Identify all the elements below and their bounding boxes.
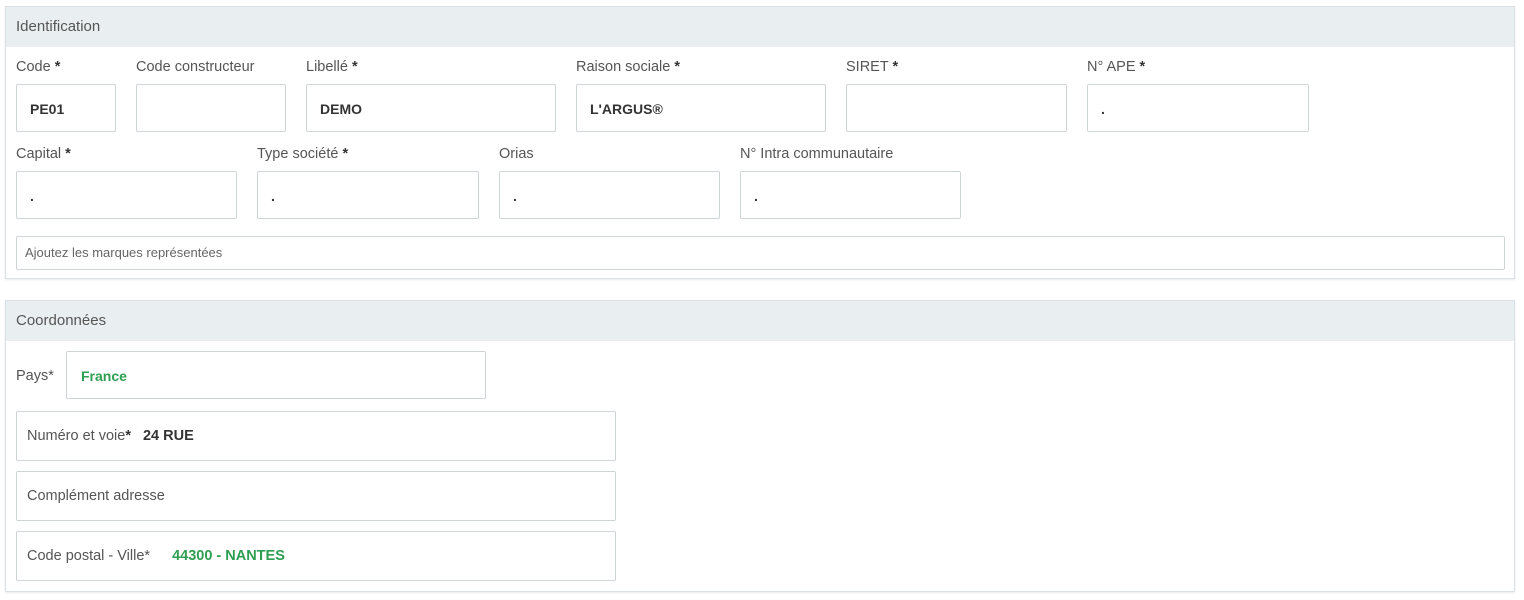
coordonnees-panel: Coordonnées Pays* France Numéro et voie*… bbox=[5, 300, 1515, 592]
libelle-label: Libellé * bbox=[306, 59, 358, 75]
cp-ville-value: 44300 - NANTES bbox=[172, 548, 285, 564]
siret-input[interactable] bbox=[846, 84, 1067, 132]
numero-voie-value: 24 RUE bbox=[142, 428, 194, 444]
capital-label: Capital * bbox=[16, 146, 71, 162]
cp-ville-field[interactable]: Code postal - Ville* 44300 - NANTES bbox=[16, 531, 616, 581]
intra-input[interactable]: . bbox=[740, 171, 961, 219]
capital-input[interactable]: . bbox=[16, 171, 237, 219]
identification-header: Identification bbox=[6, 7, 1514, 47]
ape-label: N° APE * bbox=[1087, 59, 1146, 75]
libelle-input[interactable]: DEMO bbox=[306, 84, 556, 132]
orias-input[interactable]: . bbox=[499, 171, 720, 219]
complement-adresse-field[interactable]: Complément adresse bbox=[16, 471, 616, 521]
numero-voie-required: * bbox=[125, 428, 131, 444]
ape-input[interactable]: . bbox=[1087, 84, 1309, 132]
orias-label: Orias bbox=[499, 146, 534, 162]
intra-label: N° Intra communautaire bbox=[740, 146, 894, 162]
pays-label: Pays* bbox=[16, 368, 54, 384]
marques-tags-input[interactable]: Ajoutez les marques représentées bbox=[16, 236, 1505, 270]
pays-value: France bbox=[81, 368, 127, 384]
code-input[interactable]: PE01 bbox=[16, 84, 116, 132]
type-societe-input[interactable]: . bbox=[257, 171, 479, 219]
identification-panel: Identification Code * Code constructeur … bbox=[5, 6, 1515, 279]
cp-ville-label: Code postal - Ville* bbox=[27, 548, 151, 564]
numero-voie-label: Numéro et voie bbox=[27, 428, 126, 444]
code-constructeur-input[interactable] bbox=[136, 84, 286, 132]
coordonnees-header: Coordonnées bbox=[6, 301, 1514, 341]
siret-label: SIRET * bbox=[846, 59, 899, 75]
pays-select[interactable]: France bbox=[66, 351, 486, 399]
raison-sociale-input[interactable]: L'ARGUS® bbox=[576, 84, 826, 132]
complement-adresse-label: Complément adresse bbox=[27, 488, 165, 504]
type-societe-label: Type société * bbox=[257, 146, 349, 162]
code-constructeur-label: Code constructeur bbox=[136, 59, 255, 75]
raison-sociale-label: Raison sociale * bbox=[576, 59, 680, 75]
code-label: Code * bbox=[16, 59, 61, 75]
numero-voie-field[interactable]: Numéro et voie* 24 RUE bbox=[16, 411, 616, 461]
